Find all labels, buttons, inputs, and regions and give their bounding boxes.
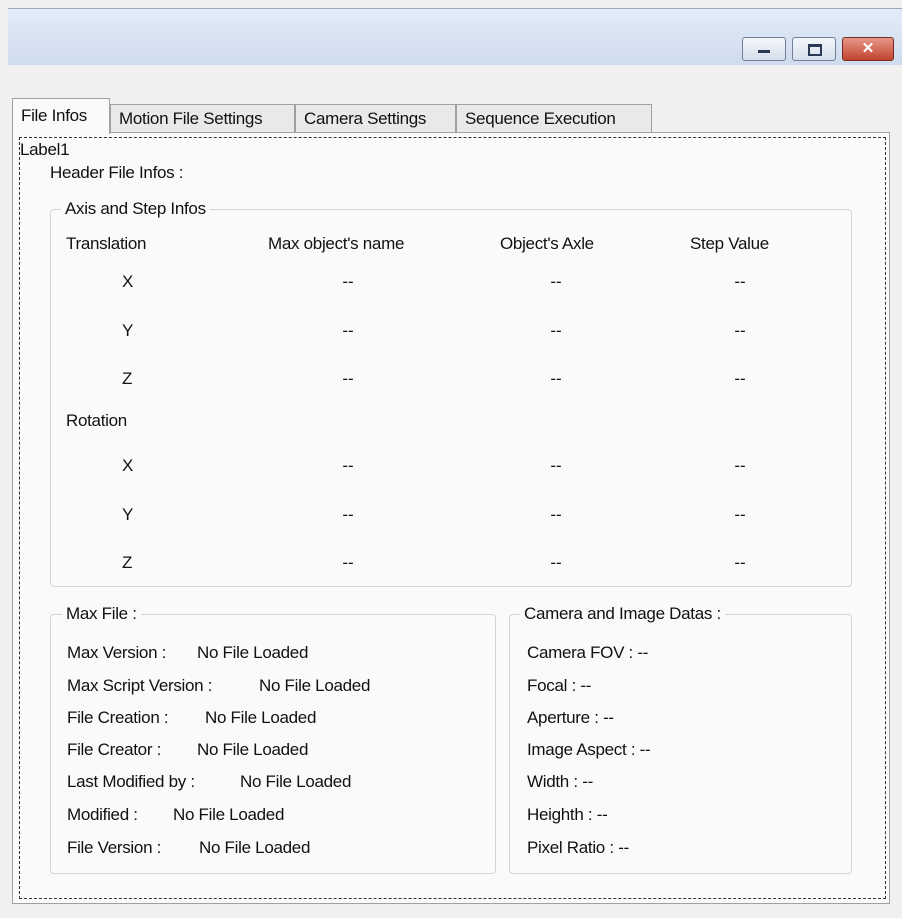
rotation-x-object-axle: --: [550, 456, 562, 475]
rotation-y-object-name: --: [342, 505, 354, 524]
pixel-ratio-text: Pixel Ratio : --: [527, 838, 629, 857]
close-button[interactable]: ✕: [842, 37, 894, 61]
label1: Label1: [20, 140, 70, 159]
minimize-button[interactable]: [742, 37, 786, 61]
tab-camera-settings[interactable]: Camera Settings: [295, 104, 456, 132]
translation-x-axis: X: [122, 272, 134, 291]
aperture-text: Aperture : --: [527, 708, 614, 727]
file-creator-value: No File Loaded: [197, 740, 309, 759]
column-header-step-value: Step Value: [690, 234, 769, 253]
translation-z-object-name: --: [342, 369, 354, 388]
file-version-label: File Version :: [67, 838, 162, 857]
focal-text: Focal : --: [527, 676, 592, 695]
translation-x-step-value: --: [734, 272, 746, 291]
column-header-object-axle: Object's Axle: [500, 234, 594, 253]
translation-y-object-name: --: [342, 321, 354, 340]
file-creation-value: No File Loaded: [205, 708, 317, 727]
translation-y-object-axle: --: [550, 321, 562, 340]
file-creation-label: File Creation :: [67, 708, 169, 727]
rotation-label: Rotation: [66, 411, 127, 430]
translation-z-step-value: --: [734, 369, 746, 388]
translation-z-object-axle: --: [550, 369, 562, 388]
rotation-y-axis: Y: [122, 505, 134, 524]
translation-y-axis: Y: [122, 321, 134, 340]
camera-image-group-title: Camera and Image Datas :: [520, 604, 725, 624]
rotation-x-object-name: --: [342, 456, 354, 475]
modified-label: Modified :: [67, 805, 138, 824]
rotation-x-step-value: --: [734, 456, 746, 475]
minimize-icon: [743, 38, 785, 60]
axis-step-group-title: Axis and Step Infos: [61, 199, 210, 219]
file-version-value: No File Loaded: [199, 838, 311, 857]
header-file-infos-label: Header File Infos :: [50, 163, 184, 182]
close-icon: ✕: [861, 40, 875, 57]
camera-fov-text: Camera FOV : --: [527, 643, 649, 662]
tab-motion-file-settings[interactable]: Motion File Settings: [110, 104, 295, 132]
translation-y-step-value: --: [734, 321, 746, 340]
translation-label: Translation: [66, 234, 147, 253]
translation-z-axis: Z: [122, 369, 133, 388]
maximize-button[interactable]: [792, 37, 836, 61]
column-header-object-name: Max object's name: [268, 234, 405, 253]
axis-step-group: [50, 209, 852, 587]
max-script-version-label: Max Script Version :: [67, 676, 213, 695]
translation-x-object-name: --: [342, 272, 354, 291]
last-modified-by-value: No File Loaded: [240, 772, 352, 791]
rotation-z-axis: Z: [122, 553, 133, 572]
rotation-z-step-value: --: [734, 553, 746, 572]
rotation-y-object-axle: --: [550, 505, 562, 524]
translation-x-object-axle: --: [550, 272, 562, 291]
rotation-z-object-name: --: [342, 553, 354, 572]
image-aspect-text: Image Aspect : --: [527, 740, 651, 759]
heighth-text: Heighth : --: [527, 805, 608, 824]
last-modified-by-label: Last Modified by :: [67, 772, 195, 791]
file-creator-label: File Creator :: [67, 740, 162, 759]
modified-value: No File Loaded: [173, 805, 285, 824]
title-bar: ✕: [8, 8, 902, 65]
max-version-value: No File Loaded: [197, 643, 309, 662]
max-version-label: Max Version :: [67, 643, 167, 662]
maximize-icon: [793, 38, 835, 60]
max-script-version-value: No File Loaded: [259, 676, 371, 695]
width-text: Width : --: [527, 772, 593, 791]
max-file-group-title: Max File :: [62, 604, 141, 624]
tab-sequence-execution[interactable]: Sequence Execution: [456, 104, 652, 132]
rotation-z-object-axle: --: [550, 553, 562, 572]
tab-file-infos[interactable]: File Infos: [12, 98, 110, 134]
rotation-x-axis: X: [122, 456, 134, 475]
rotation-y-step-value: --: [734, 505, 746, 524]
